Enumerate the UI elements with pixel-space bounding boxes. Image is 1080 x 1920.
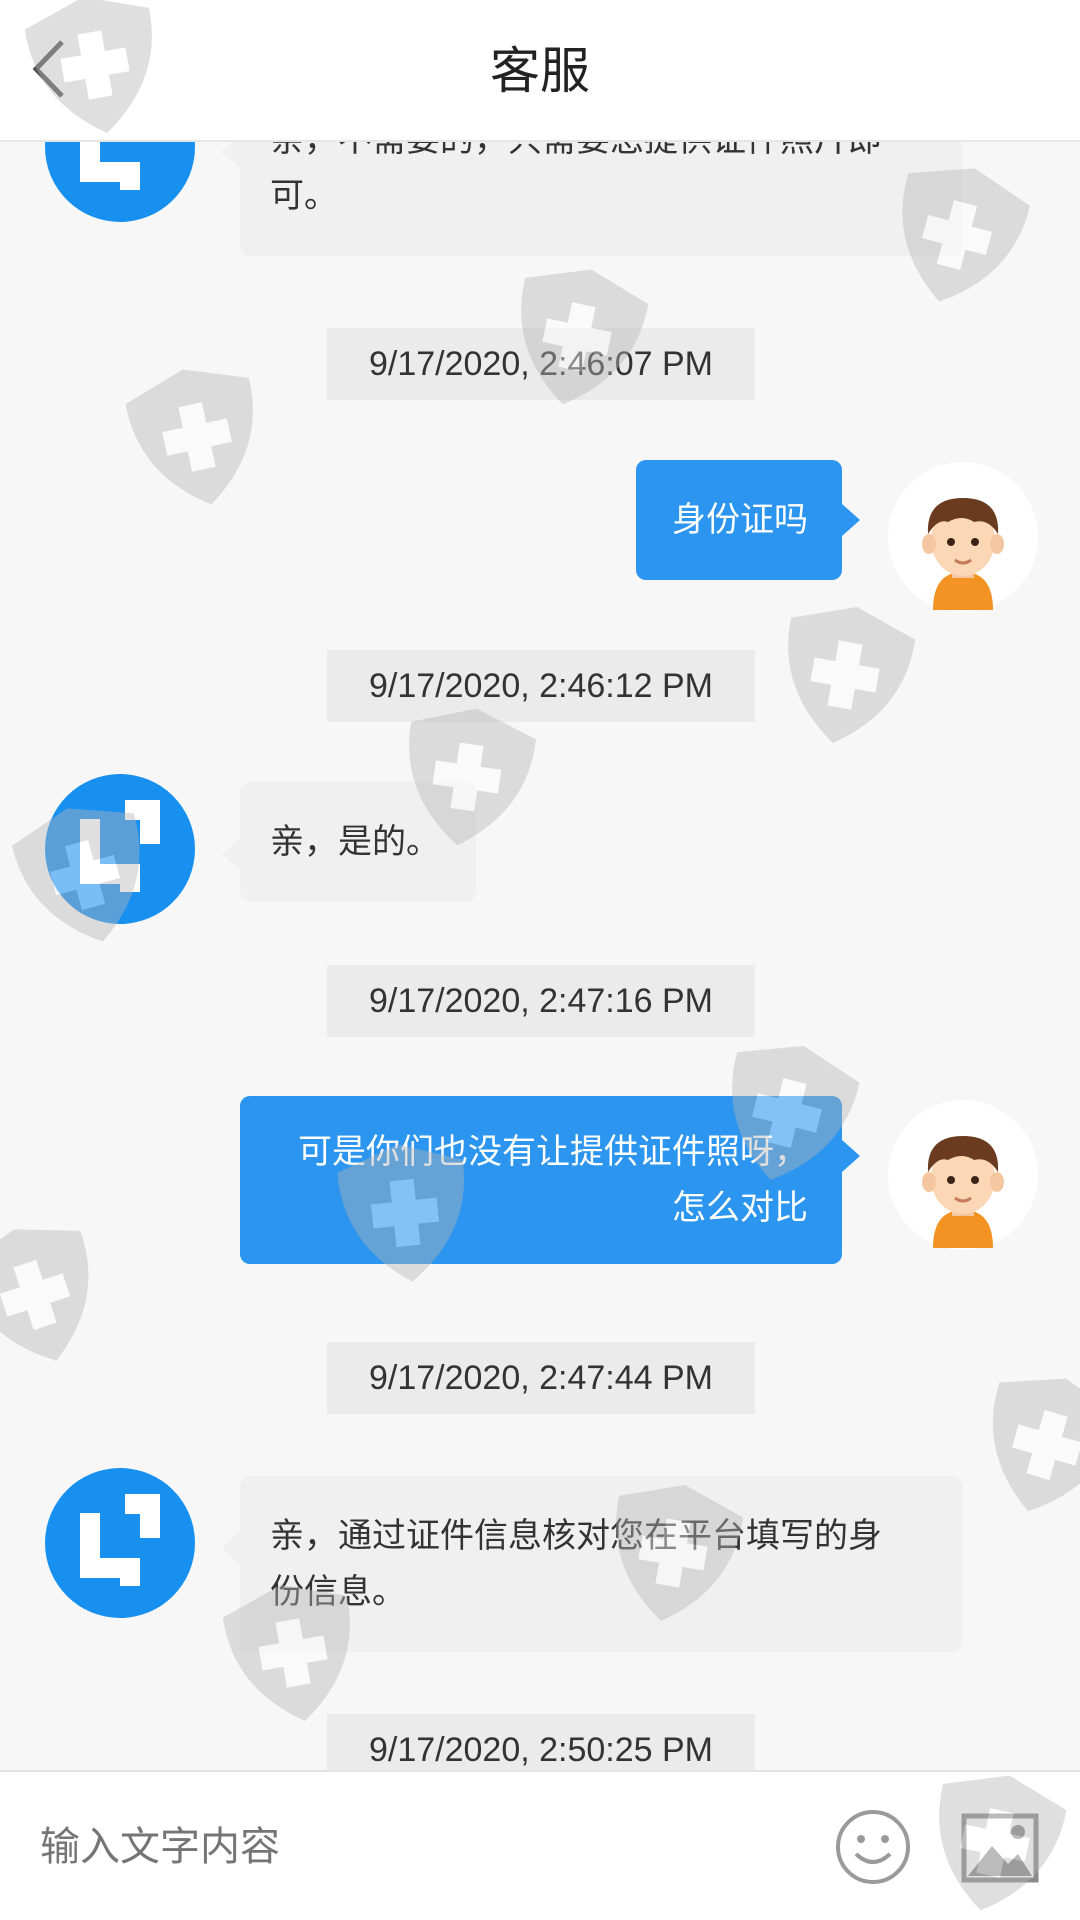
- message-input[interactable]: [40, 1802, 800, 1892]
- timestamp: 9/17/2020, 2:46:07 PM: [327, 328, 755, 400]
- smiley-icon[interactable]: [834, 1808, 912, 1886]
- message-line: 亲，通过证件信息核对您在平台填写的身: [270, 1516, 882, 1556]
- page-title: 客服: [490, 42, 590, 100]
- timestamp: 9/17/2020, 2:50:25 PM: [327, 1714, 755, 1770]
- timestamp: 9/17/2020, 2:46:12 PM: [327, 650, 755, 722]
- timestamp: 9/17/2020, 2:47:16 PM: [327, 965, 755, 1037]
- message-line: 份信息。: [270, 1572, 406, 1612]
- user-avatar: [888, 1100, 1038, 1250]
- message-bubble: 亲，是的。: [222, 782, 476, 902]
- message-bubble: 亲，通过证件信息核对您在平台填写的身 份信息。: [222, 1476, 962, 1652]
- user-avatar: [888, 462, 1038, 612]
- input-bar: [0, 1770, 1080, 1920]
- message-line: 怎么对比: [672, 1188, 808, 1228]
- message-text: 身份证吗: [672, 500, 808, 540]
- user-message-bubble: 身份证吗: [636, 460, 860, 580]
- message-bubble: 亲，不需要的，只需要您提供证件照片即 可。: [222, 142, 962, 256]
- image-icon[interactable]: [960, 1808, 1040, 1888]
- customer-service-avatar: [45, 142, 195, 222]
- message-line: 亲，不需要的，只需要您提供证件照片即: [270, 142, 932, 168]
- top-bar: 客服: [0, 0, 1080, 142]
- message-text: 亲，是的。: [270, 822, 440, 862]
- customer-service-avatar: [45, 1468, 195, 1618]
- timestamp: 9/17/2020, 2:47:44 PM: [327, 1342, 755, 1414]
- customer-service-avatar: [45, 774, 195, 924]
- user-message-bubble: 可是你们也没有让提供证件照呀， 怎么对比: [240, 1096, 860, 1264]
- message-line: 可是你们也没有让提供证件照呀，: [298, 1132, 808, 1172]
- message-line: 可。: [270, 176, 338, 216]
- chat-area[interactable]: 亲，不需要的，只需要您提供证件照片即 可。 9/17/2020, 2:46:07…: [0, 142, 1080, 1770]
